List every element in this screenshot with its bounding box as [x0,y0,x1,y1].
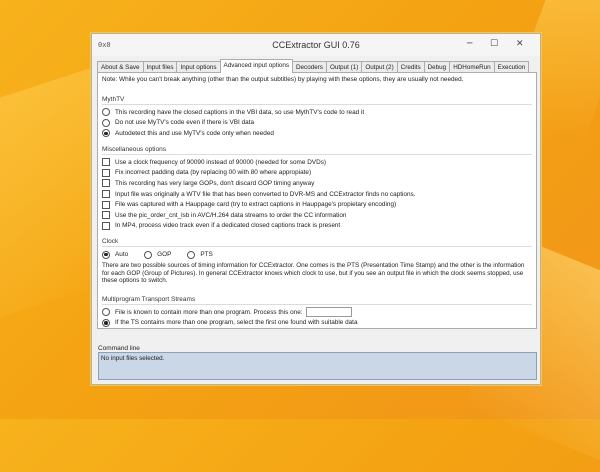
misc-option-clock-90090[interactable]: Use a clock frequency of 90090 instead o… [102,157,532,168]
option-label: Auto [115,251,129,258]
checkbox[interactable] [102,168,110,177]
radio-button[interactable] [102,250,110,259]
radio-button[interactable] [144,250,153,259]
tab-output-2[interactable]: Output (2) [361,61,398,72]
option-label: If the TS contains more than one program… [115,319,358,327]
option-label: Input file was originally a WTV file tha… [115,190,416,198]
group-title: MythTV [102,96,532,105]
note-text: Note: While you can't break anything (ot… [102,76,464,83]
radio-button[interactable] [102,129,110,138]
option-label: Fix incorrect padding data (by replacing… [115,169,312,177]
misc-option-wtv-file[interactable]: Input file was originally a WTV file tha… [102,189,532,200]
group-title: Clock [102,238,532,247]
misc-option-pic-order-cnt[interactable]: Use the pic_order_cnt_lsb in AVC/H.264 d… [102,210,532,221]
misc-option-hauppage[interactable]: File was captured with a Hauppage card (… [102,199,532,210]
mythtv-option-do-not-use[interactable]: Do not use MyTV's code even if there is … [102,118,532,129]
option-label: Use the pic_order_cnt_lsb in AVC/H.264 d… [115,211,347,219]
checkbox[interactable] [102,179,110,188]
misc-option-fix-padding[interactable]: Fix incorrect padding data (by replacing… [102,168,532,179]
window-title: CCExtractor GUI 0.76 [272,40,360,50]
tab-debug[interactable]: Debug [423,61,451,72]
mythtv-group: MythTV This recording have the closed ca… [102,96,532,139]
misc-option-mp4-video-track[interactable]: In MP4, process video track even if a de… [102,221,532,232]
command-line-label: Command line [98,345,140,352]
option-label: Do not use MyTV's code even if there is … [115,119,255,127]
option-label: File was captured with a Hauppage card (… [115,201,397,209]
multiprogram-option-process-one[interactable]: File is known to contain more than one p… [102,307,532,318]
radio-button[interactable] [102,108,110,117]
option-label: File is known to contain more than one p… [115,308,303,316]
tab-bar: About & Save Input files Input options A… [97,59,536,73]
misc-options-group: Miscellaneous options Use a clock freque… [102,146,532,231]
multiprogram-group: Multiprogram Transport Streams File is k… [102,296,532,328]
clock-option-pts[interactable]: PTS [187,250,213,259]
radio-button[interactable] [102,308,110,317]
clock-options-row: Auto GOP PTS [102,249,532,260]
radio-button[interactable] [102,118,110,127]
clock-description: There are two possible sources of timing… [102,262,525,285]
option-label: This recording has very large GOPs, don'… [115,179,315,187]
mythtv-option-autodetect[interactable]: Autodetect this and use MyTV's code only… [102,128,532,139]
command-line-text: No input files selected. [101,355,165,362]
tab-credits[interactable]: Credits [396,61,425,72]
clock-group: Clock Auto GOP PTS There are two possibl… [102,238,532,285]
group-title: Multiprogram Transport Streams [102,296,532,305]
radio-button[interactable] [102,318,110,327]
tab-input-options[interactable]: Input options [176,61,221,72]
tab-output-1[interactable]: Output (1) [325,61,363,72]
checkbox[interactable] [102,221,110,230]
tab-input-files[interactable]: Input files [142,61,178,72]
option-label: GOP [157,251,172,258]
option-label: This recording have the closed captions … [115,108,365,116]
option-label: Use a clock frequency of 90090 instead o… [115,158,327,166]
command-line-box[interactable]: No input files selected. [98,352,537,380]
tab-hdhomerun[interactable]: HDHomeRun [449,61,495,72]
program-number-input[interactable] [305,307,352,318]
checkbox[interactable] [102,200,110,209]
ccextractor-window: 0x0 CCExtractor GUI 0.76 ─ ☐ ✕ About & S… [91,33,541,385]
group-title: Miscellaneous options [102,146,532,155]
minimize-button[interactable]: ─ [467,38,472,50]
checkbox[interactable] [102,211,110,220]
close-button[interactable]: ✕ [516,38,524,50]
multiprogram-option-first-found[interactable]: If the TS contains more than one program… [102,318,532,329]
mythtv-option-use-mythtv[interactable]: This recording have the closed captions … [102,107,532,118]
advanced-input-options-panel: Note: While you can't break anything (ot… [97,72,537,329]
clock-option-gop[interactable]: GOP [144,250,172,259]
option-label: In MP4, process video track even if a de… [115,222,341,230]
radio-button[interactable] [187,250,196,259]
tab-execution[interactable]: Execution [493,61,530,72]
tab-advanced-input-options[interactable]: Advanced input options [219,59,293,73]
option-label: Autodetect this and use MyTV's code only… [115,129,274,137]
checkbox[interactable] [102,190,110,199]
tab-decoders[interactable]: Decoders [292,61,327,72]
title-bar[interactable]: 0x0 CCExtractor GUI 0.76 ─ ☐ ✕ [92,34,540,56]
option-label: PTS [200,251,213,258]
clock-option-auto[interactable]: Auto [102,250,129,259]
maximize-button[interactable]: ☐ [490,38,498,50]
checkbox[interactable] [102,158,110,167]
tab-about-save[interactable]: About & Save [97,61,144,72]
misc-option-large-gops[interactable]: This recording has very large GOPs, don'… [102,178,532,189]
